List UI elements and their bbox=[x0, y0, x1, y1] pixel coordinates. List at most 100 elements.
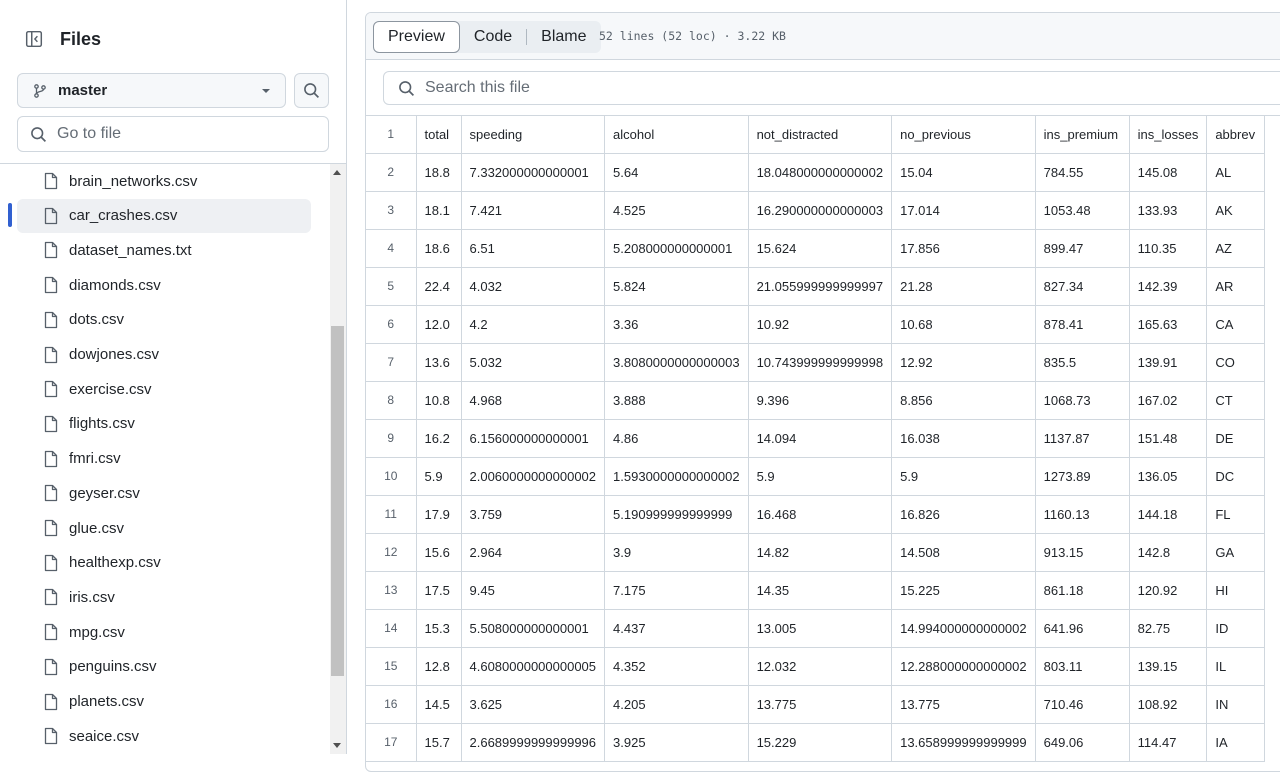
table-cell: 803.11 bbox=[1034, 646, 1130, 686]
collapse-sidebar-button[interactable] bbox=[17, 24, 51, 54]
table-cell: 133.93 bbox=[1128, 190, 1208, 230]
table-row: 16 14.5 3.625 4.205 13.775 13.775 710.46 108.92… bbox=[366, 684, 1266, 724]
file-item[interactable]: brain_networks.csv bbox=[17, 164, 311, 198]
table-cell: 13.775 bbox=[891, 684, 1036, 724]
file-viewer: Preview Code Blame 52 lines (52 loc) · 3… bbox=[365, 12, 1280, 772]
table-cell: 1160.13 bbox=[1034, 494, 1130, 534]
line-number[interactable]: 10 bbox=[366, 456, 417, 496]
table-cell: IA bbox=[1206, 722, 1266, 762]
file-name: dataset_names.txt bbox=[69, 241, 192, 259]
file-item[interactable]: mpg.csv bbox=[17, 615, 311, 649]
table-cell: 10.68 bbox=[891, 304, 1036, 344]
line-number[interactable]: 17 bbox=[366, 722, 417, 762]
search-this-file-field[interactable] bbox=[383, 71, 1280, 105]
line-number[interactable]: 8 bbox=[366, 380, 417, 420]
table-cell: 6.51 bbox=[460, 228, 606, 268]
file-item[interactable]: seaice.csv bbox=[17, 719, 311, 753]
file-item[interactable]: fmri.csv bbox=[17, 442, 311, 476]
file-name: planets.csv bbox=[69, 693, 145, 710]
table-cell: 4.205 bbox=[604, 684, 749, 724]
table-cell: 3.8080000000000003 bbox=[604, 342, 749, 382]
tab-preview[interactable]: Preview bbox=[373, 21, 460, 53]
file-item[interactable]: car_crashes.csv bbox=[17, 198, 311, 233]
file-icon bbox=[43, 588, 59, 610]
table-cell: 16.826 bbox=[891, 494, 1036, 534]
file-item[interactable]: glue.csv bbox=[17, 511, 311, 545]
table-cell: 15.7 bbox=[415, 722, 462, 762]
line-number[interactable]: 14 bbox=[366, 608, 417, 648]
table-cell: CA bbox=[1206, 304, 1266, 344]
table-cell: 10.92 bbox=[747, 304, 893, 344]
line-number[interactable]: 3 bbox=[366, 190, 417, 230]
table-row: 4 18.6 6.51 5.208000000000001 15.624 17.856 89… bbox=[366, 228, 1266, 268]
line-number[interactable]: 11 bbox=[366, 494, 417, 534]
table-cell: 136.05 bbox=[1128, 456, 1208, 496]
table-cell: AK bbox=[1206, 190, 1266, 230]
scroll-down-icon[interactable] bbox=[333, 743, 341, 748]
file-item[interactable]: planets.csv bbox=[17, 685, 311, 719]
file-name: dots.csv bbox=[69, 311, 125, 329]
table-cell: 21.28 bbox=[891, 266, 1036, 306]
table-cell: 2.964 bbox=[460, 532, 606, 572]
file-name: diamonds.csv bbox=[69, 276, 161, 294]
file-item[interactable]: geyser.csv bbox=[17, 476, 311, 510]
table-cell: 165.63 bbox=[1128, 304, 1208, 344]
table-cell: 3.9 bbox=[604, 532, 749, 572]
column-header: not_distracted bbox=[747, 116, 893, 154]
file-name: exercise.csv bbox=[69, 380, 152, 398]
table-cell: 3.36 bbox=[604, 304, 749, 344]
file-name: geyser.csv bbox=[69, 484, 140, 502]
search-files-button[interactable] bbox=[294, 73, 329, 108]
line-number[interactable]: 5 bbox=[366, 266, 417, 306]
file-icon bbox=[43, 727, 59, 749]
file-name: seaice.csv bbox=[69, 727, 140, 745]
active-file-indicator bbox=[8, 203, 12, 227]
line-number[interactable]: 13 bbox=[366, 570, 417, 610]
search-icon bbox=[304, 83, 320, 99]
file-item[interactable]: flights.csv bbox=[17, 407, 311, 441]
line-number[interactable]: 1 bbox=[366, 116, 417, 154]
line-number[interactable]: 6 bbox=[366, 304, 417, 344]
file-item[interactable]: penguins.csv bbox=[17, 650, 311, 684]
branch-selector-button[interactable]: master bbox=[17, 73, 286, 108]
file-item[interactable]: exercise.csv bbox=[17, 372, 311, 406]
file-item[interactable]: diamonds.csv bbox=[17, 268, 311, 302]
table-row: 11 17.9 3.759 5.190999999999999 16.468 16.826… bbox=[366, 494, 1266, 534]
line-number[interactable]: 16 bbox=[366, 684, 417, 724]
table-cell: 18.1 bbox=[415, 190, 462, 230]
tab-code[interactable]: Code bbox=[460, 21, 526, 53]
file-tree-sidebar: Files master brain_networks.csv car_crash… bbox=[0, 0, 347, 754]
file-item[interactable]: iris.csv bbox=[17, 580, 311, 614]
file-item[interactable]: dowjones.csv bbox=[17, 338, 311, 372]
line-number[interactable]: 15 bbox=[366, 646, 417, 686]
column-header: alcohol bbox=[604, 116, 749, 154]
table-cell: 16.038 bbox=[891, 418, 1036, 458]
table-cell: 13.658999999999999 bbox=[891, 722, 1036, 762]
table-row: 2 18.8 7.332000000000001 5.64 18.04800000000… bbox=[366, 152, 1266, 192]
file-icon bbox=[43, 554, 59, 576]
line-number[interactable]: 2 bbox=[366, 152, 417, 192]
table-cell: 17.5 bbox=[415, 570, 462, 610]
line-number[interactable]: 9 bbox=[366, 418, 417, 458]
go-to-file-input[interactable] bbox=[57, 125, 307, 143]
sidebar-title: Files bbox=[60, 28, 102, 49]
file-item[interactable]: healthexp.csv bbox=[17, 546, 311, 580]
file-icon bbox=[43, 623, 59, 645]
line-number[interactable]: 4 bbox=[366, 228, 417, 268]
go-to-file-field[interactable] bbox=[17, 116, 329, 152]
table-row: 9 16.2 6.156000000000001 4.86 14.094 16.038 11… bbox=[366, 418, 1266, 458]
table-cell: DE bbox=[1206, 418, 1266, 458]
table-cell: 1273.89 bbox=[1034, 456, 1130, 496]
scroll-up-icon[interactable] bbox=[333, 170, 341, 175]
table-cell: AR bbox=[1206, 266, 1266, 306]
line-number[interactable]: 7 bbox=[366, 342, 417, 382]
file-name: fmri.csv bbox=[69, 450, 121, 468]
tab-blame[interactable]: Blame bbox=[527, 21, 600, 53]
search-this-file-input[interactable] bbox=[425, 79, 1225, 97]
table-cell: 17.856 bbox=[891, 228, 1036, 268]
sidebar-scroll-thumb[interactable] bbox=[331, 326, 344, 676]
table-cell: 13.005 bbox=[747, 608, 893, 648]
file-item[interactable]: dataset_names.txt bbox=[17, 233, 311, 267]
file-item[interactable]: dots.csv bbox=[17, 303, 311, 337]
line-number[interactable]: 12 bbox=[366, 532, 417, 572]
